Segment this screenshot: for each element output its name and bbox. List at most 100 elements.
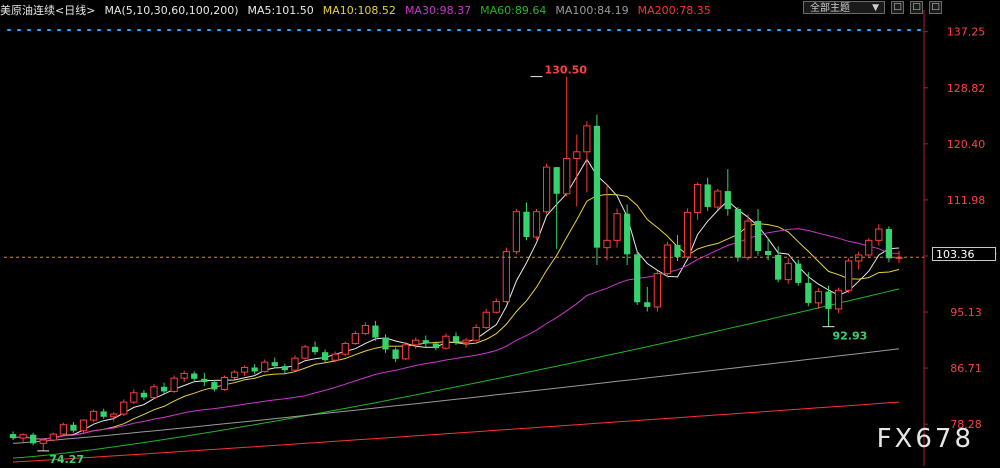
candle-body [502, 251, 510, 303]
candle-body [39, 439, 47, 444]
last-price-label: 103.36 [932, 247, 996, 261]
ma60-value: MA60:89.64 [480, 3, 547, 17]
ma10-line [12, 193, 900, 440]
candle-body [865, 239, 873, 256]
candle-body [442, 335, 450, 349]
candle-body [704, 184, 711, 208]
low-annotation: 74.27 [49, 453, 84, 466]
candle-body [663, 244, 672, 275]
candle-body [291, 357, 299, 371]
candle-body [382, 337, 389, 350]
candle-body [714, 190, 722, 208]
candle-body [634, 254, 641, 303]
ma200-value: MA200:78.35 [637, 3, 711, 17]
close-button[interactable]: □ [929, 1, 942, 14]
theme-dropdown[interactable]: 全部主题 ▼ [803, 1, 885, 14]
candle-body [683, 211, 692, 258]
candle-body [9, 434, 17, 439]
candle-body [674, 244, 681, 257]
candle-body [230, 371, 239, 378]
candle-body [261, 361, 269, 372]
ma-params-label: MA(5,10,30,60,100,200) [104, 3, 239, 17]
candle-body [331, 353, 339, 361]
y-tick-label: 128.82 [947, 82, 986, 95]
y-tick-label: 95.13 [950, 306, 982, 319]
candle-body [452, 336, 460, 343]
candle-body [19, 434, 27, 439]
ma10-value: MA10:108.52 [322, 3, 396, 17]
chart-stage: { "header": { "symbol": "美原油连续", "period… [0, 0, 1000, 468]
candle-body [644, 302, 651, 307]
candle-body [211, 382, 218, 390]
candle-body [100, 411, 107, 417]
candle-body [120, 401, 128, 415]
candle-body [532, 211, 541, 238]
candle-body [624, 213, 631, 255]
candle-body [724, 191, 731, 210]
candle-body [432, 343, 439, 349]
candle-body [170, 377, 178, 392]
minimize-button[interactable]: □ [891, 1, 904, 14]
y-tick-label: 111.98 [947, 194, 986, 207]
candle-body [563, 157, 571, 195]
low-annotation: 92.93 [832, 330, 867, 343]
period-label[interactable]: <日线> [55, 2, 95, 18]
candle-body [341, 343, 349, 355]
candle-body [653, 273, 661, 308]
y-tick-label: 86.71 [950, 362, 982, 375]
candle-body [795, 263, 802, 283]
candle-body [110, 413, 118, 418]
candle-body [875, 228, 883, 241]
ma100-value: MA100:84.19 [555, 3, 629, 17]
candle-body [412, 339, 420, 346]
theme-dropdown-label: 全部主题 [810, 3, 850, 14]
candle-body [311, 346, 319, 353]
candle-body [583, 125, 591, 153]
y-tick-label: 120.40 [947, 138, 986, 151]
candle-body [472, 327, 480, 341]
candle-body [825, 291, 832, 309]
y-tick-label: 137.25 [947, 26, 986, 39]
candle-body [372, 325, 379, 338]
candle-body [754, 221, 762, 251]
restore-button[interactable]: □ [910, 1, 923, 14]
candle-body [160, 386, 168, 392]
candle-body [693, 183, 702, 213]
candle-body [542, 166, 551, 213]
candle-body [462, 339, 470, 343]
candle-body [361, 325, 370, 335]
candle-body [240, 366, 249, 373]
candle-body [784, 263, 792, 281]
candle-body [392, 349, 399, 359]
candle-body [351, 333, 359, 345]
candle-body [845, 260, 853, 291]
candle-body [553, 167, 560, 194]
candle-body [79, 419, 88, 432]
candle-body [30, 434, 37, 444]
candle-body [322, 352, 329, 361]
candle-body [402, 344, 410, 360]
candle-body [573, 151, 581, 159]
candle-body [593, 125, 601, 248]
candle-body [523, 211, 530, 238]
candle-body [885, 229, 893, 259]
candle-body [613, 213, 621, 241]
ma30-value: MA30:98.37 [404, 3, 472, 17]
candle-body [130, 392, 138, 403]
chart-toolbar: 全部主题 ▼ □ □ □ [803, 1, 942, 14]
chevron-down-icon: ▼ [872, 3, 879, 13]
high-annotation: 130.50 [545, 64, 588, 77]
candle-body [301, 346, 309, 359]
candle-body [492, 301, 500, 313]
candle-body [834, 289, 843, 310]
chart-header: 美原油连续 <日线> MA(5,10,30,60,100,200) MA5:10… [0, 2, 720, 18]
candle-body [70, 424, 77, 431]
candle-body [150, 386, 158, 398]
ma5-value: MA5:101.50 [247, 3, 314, 17]
candle-body [281, 366, 288, 371]
candle-body [734, 209, 742, 258]
candle-body [744, 220, 752, 259]
candle-body [764, 250, 772, 255]
candle-body [603, 239, 611, 249]
candle-body [805, 282, 812, 303]
